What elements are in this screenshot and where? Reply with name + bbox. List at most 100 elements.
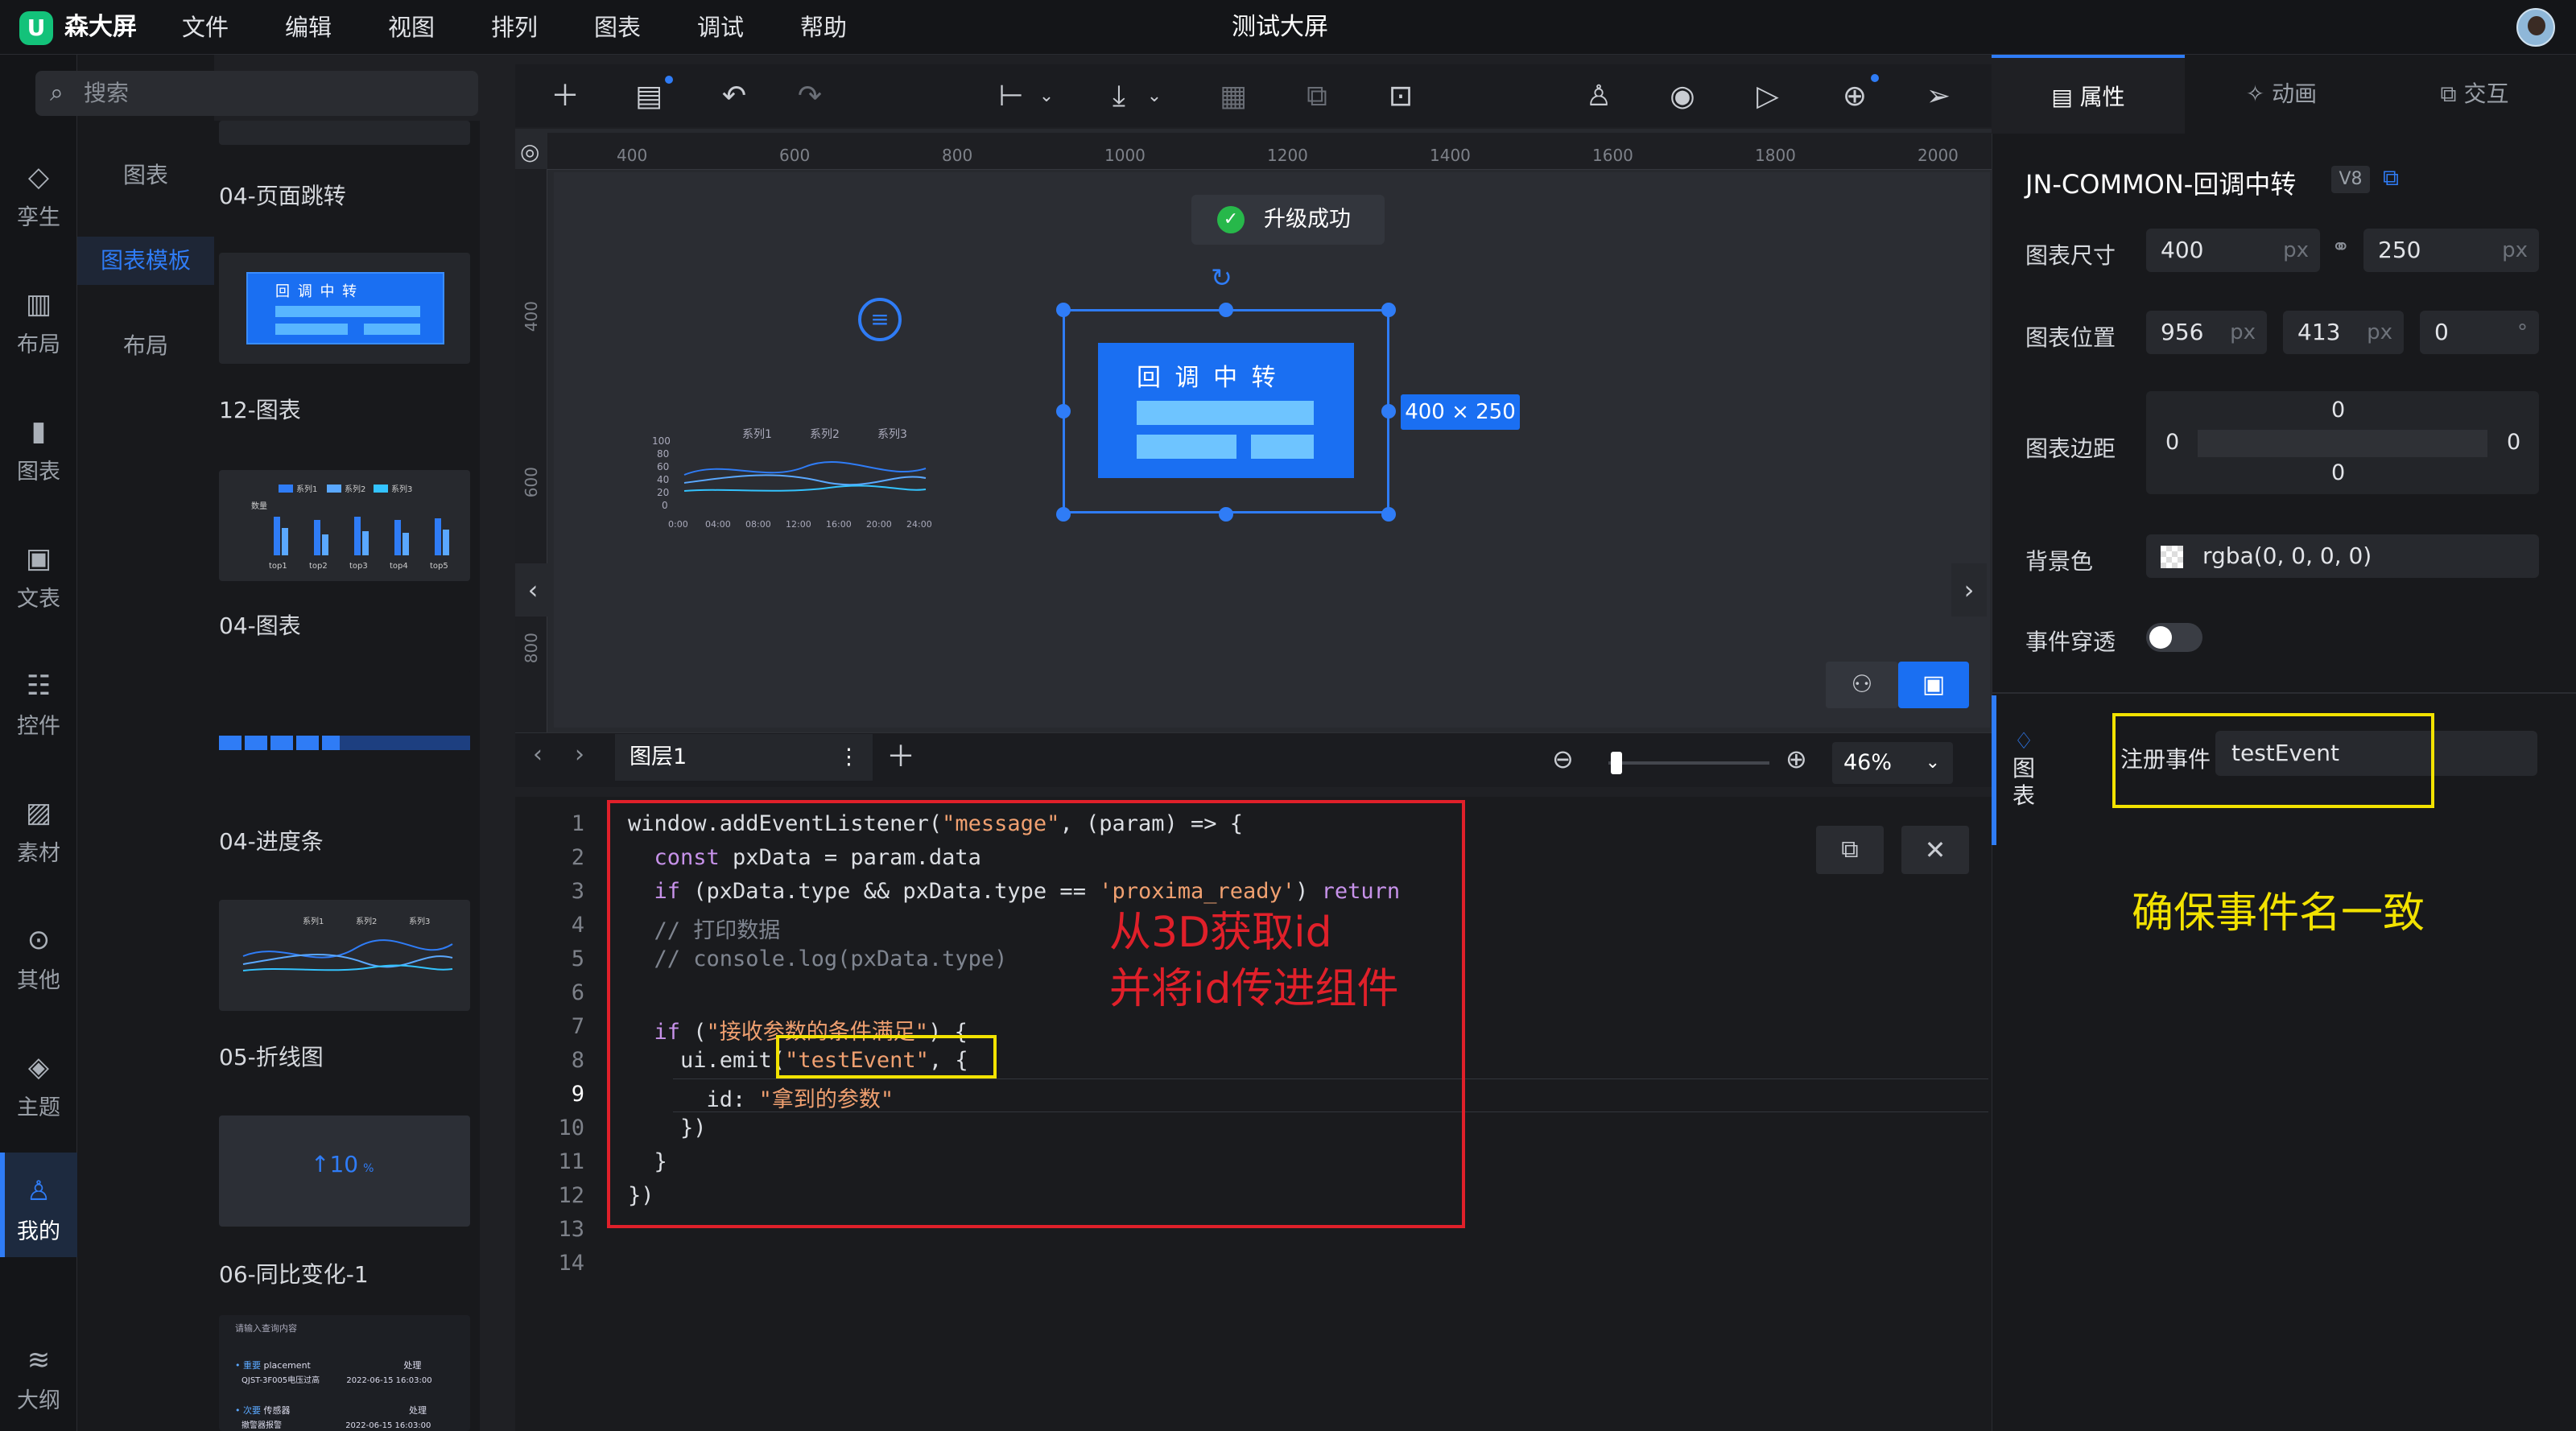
send-icon[interactable]: ➢ xyxy=(1916,74,1961,119)
component-title: 回 调 中 转 xyxy=(1137,364,1279,392)
nav-item-text[interactable]: ▣ 文表 xyxy=(0,520,77,625)
pos-x-input[interactable]: 956 px xyxy=(2146,311,2267,354)
resize-handle[interactable] xyxy=(1381,303,1396,317)
color-swatch[interactable] xyxy=(2161,546,2183,568)
rotate-handle-icon[interactable]: ↻ xyxy=(1211,262,1232,293)
margin-left-input[interactable]: 0 xyxy=(2165,430,2179,455)
search-input[interactable]: ⌕ 搜索 xyxy=(35,71,478,116)
camera-icon[interactable]: ◉ xyxy=(1660,74,1705,119)
event-passthrough-toggle[interactable] xyxy=(2146,623,2202,652)
template-thumb-5[interactable]: ↑10% xyxy=(219,1116,470,1227)
refresh-node-icon[interactable]: ≡ xyxy=(858,298,902,341)
rotate-input[interactable]: 0 ° xyxy=(2420,311,2539,354)
eye-icon[interactable]: ◎ xyxy=(520,138,539,165)
chevron-left-icon[interactable]: ‹ xyxy=(515,563,551,617)
chevron-down-icon[interactable]: ⌄ xyxy=(1024,74,1069,119)
height-input[interactable]: 250 px xyxy=(2363,229,2539,272)
undo-icon[interactable]: ↶ xyxy=(712,74,757,119)
resize-handle[interactable] xyxy=(1056,404,1071,419)
template-thumb-1[interactable]: 回 调 中 转 xyxy=(219,253,470,364)
redo-icon[interactable]: ↷ xyxy=(787,74,832,119)
copy-icon[interactable]: ⧉ xyxy=(2383,164,2399,192)
resize-handle[interactable] xyxy=(1056,507,1071,522)
margin-bottom-input[interactable]: 0 xyxy=(2331,460,2345,485)
resize-handle[interactable] xyxy=(1219,303,1233,317)
close-icon[interactable]: ✕ xyxy=(1901,826,1969,874)
chevron-right-icon[interactable]: › xyxy=(1951,563,1987,617)
menu-edit[interactable]: 编辑 xyxy=(285,0,332,55)
section-tab-chart[interactable]: ♢ 图表 xyxy=(2011,728,2037,810)
terminal-icon[interactable]: ▣ xyxy=(1898,662,1969,708)
nav-item-twin[interactable]: ◇ 孪生 xyxy=(0,138,77,243)
zoom-select[interactable]: 46% ⌄ xyxy=(1832,742,1953,784)
chevron-down-icon[interactable]: ⌄ xyxy=(1132,74,1177,119)
open-external-icon[interactable]: ⧉ xyxy=(1816,826,1884,874)
menu-arrange[interactable]: 排列 xyxy=(491,0,538,55)
animation-icon: ✧ xyxy=(2245,80,2273,107)
node-graph-icon[interactable]: ⚇ xyxy=(1826,662,1898,708)
play-icon[interactable]: ▷ xyxy=(1745,74,1790,119)
template-thumb-6[interactable]: 请输入查询内容 • 重要 placement 处理 QJST-3F005电压过高… xyxy=(219,1315,470,1431)
thumb-legend: 系列1 xyxy=(303,916,324,926)
nav-item-chart[interactable]: ▮ 图表 xyxy=(0,393,77,497)
resize-handle[interactable] xyxy=(1056,303,1071,317)
subnav-chart[interactable]: 图表 xyxy=(77,151,214,200)
zoom-slider[interactable] xyxy=(1608,752,1769,774)
nav-item-outline[interactable]: ≋ 大纲 xyxy=(0,1322,77,1426)
user-avatar[interactable] xyxy=(2516,8,2555,47)
zoom-slider-thumb[interactable] xyxy=(1611,752,1622,774)
nav-label: 主题 xyxy=(17,1095,60,1120)
margin-top-input[interactable]: 0 xyxy=(2331,398,2345,423)
pos-y-input[interactable]: 413 px xyxy=(2283,311,2404,354)
nav-item-widget[interactable]: ☷ 控件 xyxy=(0,647,77,752)
chevron-right-icon[interactable]: › xyxy=(575,740,584,769)
subnav-chart-template[interactable]: 图表模板 xyxy=(77,237,214,285)
menu-view[interactable]: 视图 xyxy=(388,0,435,55)
template-thumb-4[interactable]: 系列1 系列2 系列3 xyxy=(219,900,470,1011)
template-thumb-2[interactable]: 系列1 系列2 系列3 数量 top1 top2 top3 top4 top5 xyxy=(219,470,470,581)
tab-interaction[interactable]: ⧉ 交互 xyxy=(2378,55,2571,134)
ungroup-icon[interactable]: ⧉ xyxy=(1294,74,1340,119)
zoom-in-icon[interactable]: ⊕ xyxy=(1785,744,1807,774)
resize-handle[interactable] xyxy=(1381,507,1396,522)
unlock-icon[interactable]: ⊡ xyxy=(1378,74,1423,119)
nav-item-mine[interactable]: ♙ 我的 xyxy=(0,1153,77,1257)
mini-line-chart[interactable]: 系列1 系列2 系列3 100 80 60 40 20 0 0:00 04:00… xyxy=(644,419,950,539)
tab-animation[interactable]: ✧ 动画 xyxy=(2185,55,2378,134)
background-color-input[interactable]: rgba(0, 0, 0, 0) xyxy=(2146,534,2539,578)
width-input[interactable]: 400 px xyxy=(2146,229,2320,272)
ruler-tick: 800 xyxy=(522,633,541,664)
menu-help[interactable]: 帮助 xyxy=(800,0,847,55)
template-thumb-3[interactable] xyxy=(219,670,470,781)
app-name: 森大屏 xyxy=(64,13,137,41)
link-icon[interactable]: ⚭ xyxy=(2331,233,2350,260)
nav-item-other[interactable]: ⊙ 其他 xyxy=(0,901,77,1006)
zoom-out-icon[interactable]: ⊖ xyxy=(1552,744,1574,774)
ruler-tick: 2000 xyxy=(1918,146,1959,165)
nav-label: 大纲 xyxy=(17,1388,60,1413)
callback-component[interactable]: 回 调 中 转 xyxy=(1098,343,1354,478)
subnav-layout[interactable]: 布局 xyxy=(77,322,214,370)
add-layer-icon[interactable]: ＋ xyxy=(877,734,924,781)
tab-properties[interactable]: ▤ 属性 xyxy=(1992,55,2185,134)
resize-handle[interactable] xyxy=(1381,404,1396,419)
add-icon[interactable]: ＋ xyxy=(543,74,588,119)
nav-item-layout[interactable]: ▥ 布局 xyxy=(0,266,77,370)
menu-debug[interactable]: 调试 xyxy=(697,0,744,55)
ruler-tick: 600 xyxy=(779,146,811,165)
resize-handle[interactable] xyxy=(1219,507,1233,522)
group-icon[interactable]: ▦ xyxy=(1211,74,1256,119)
nav-item-asset[interactable]: ▨ 素材 xyxy=(0,774,77,879)
note-text: 确保事件名一致 xyxy=(2132,889,2425,938)
template-thumb-0[interactable] xyxy=(219,121,470,145)
more-vertical-icon[interactable]: ⋮ xyxy=(838,734,860,781)
publish-icon[interactable]: ⊕ xyxy=(1832,74,1877,119)
menu-file[interactable]: 文件 xyxy=(182,0,229,55)
user-icon[interactable]: ♙ xyxy=(1576,74,1621,119)
margin-right-input[interactable]: 0 xyxy=(2507,430,2520,455)
line-number: 8 xyxy=(571,1048,584,1073)
nav-item-theme[interactable]: ◈ 主题 xyxy=(0,1029,77,1133)
chevron-left-icon[interactable]: ‹ xyxy=(533,740,543,769)
menu-chart[interactable]: 图表 xyxy=(594,0,641,55)
layer-tab[interactable]: 图层1 ⋮ xyxy=(615,734,873,781)
